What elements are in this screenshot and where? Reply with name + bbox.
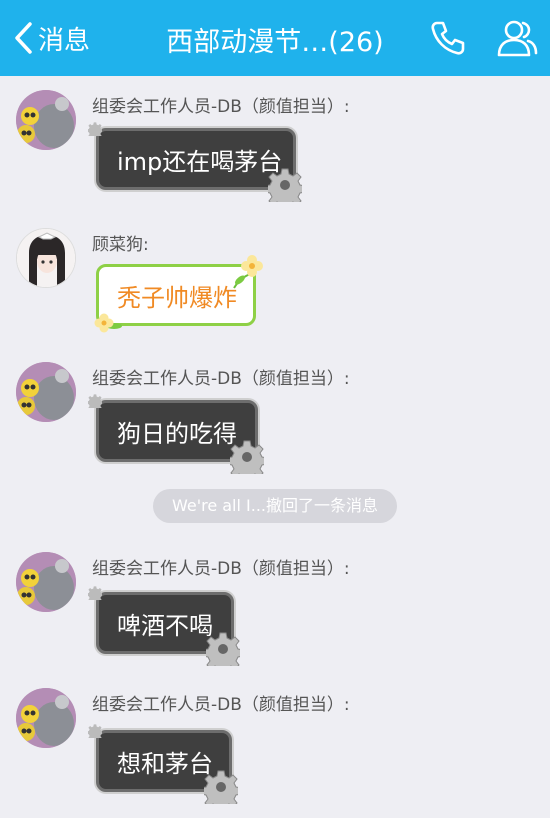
avatar[interactable]	[16, 228, 76, 288]
sender-name: 组委会工作人员-DB（颜值担当）:	[92, 97, 350, 117]
recall-notice: We're all I...撤回了一条消息	[153, 489, 397, 523]
gear-decoration-icon	[88, 122, 102, 136]
back-label: 消息	[38, 25, 91, 56]
cartoon-avatar-icon	[16, 90, 76, 150]
message-text: 想和茅台	[117, 750, 213, 778]
message-text: imp还在喝茅台	[117, 148, 283, 176]
chevron-left-icon	[15, 22, 32, 54]
message-bubble[interactable]: imp还在喝茅台	[96, 128, 296, 190]
gear-decoration-icon	[88, 724, 102, 738]
sender-name: 组委会工作人员-DB（颜值担当）:	[92, 369, 350, 389]
avatar[interactable]	[16, 90, 76, 150]
avatar[interactable]	[16, 552, 76, 612]
cartoon-avatar-icon	[16, 362, 76, 422]
cartoon-avatar-icon	[16, 552, 76, 612]
avatar[interactable]	[16, 362, 76, 422]
cartoon-avatar-icon	[16, 688, 76, 748]
gear-decoration-icon	[88, 586, 102, 600]
back-button[interactable]: 消息	[12, 14, 90, 62]
chat-title: 西部动漫节…(26)	[166, 27, 384, 58]
group-members-icon[interactable]	[494, 15, 540, 61]
gear-decoration-icon	[230, 440, 264, 474]
message-text: 秃子帅爆炸	[117, 284, 237, 312]
flower-decoration-icon	[233, 255, 263, 289]
phone-icon[interactable]	[428, 18, 468, 58]
avatar[interactable]	[16, 688, 76, 748]
navigation-bar: 消息 西部动漫节…(26)	[0, 0, 550, 76]
sender-name: 组委会工作人员-DB（颜值担当）:	[92, 559, 350, 579]
gear-decoration-icon	[88, 394, 102, 408]
message-text: 啤酒不喝	[117, 612, 213, 640]
gear-decoration-icon	[206, 632, 240, 666]
gear-decoration-icon	[268, 168, 302, 202]
sender-name: 组委会工作人员-DB（颜值担当）:	[92, 695, 350, 715]
gear-decoration-icon	[204, 770, 238, 804]
flower-decoration-icon	[94, 313, 122, 333]
anime-girl-avatar-icon	[17, 229, 75, 287]
sender-name: 顾菜狗:	[92, 235, 149, 255]
message-text: 狗日的吃得	[117, 420, 237, 448]
